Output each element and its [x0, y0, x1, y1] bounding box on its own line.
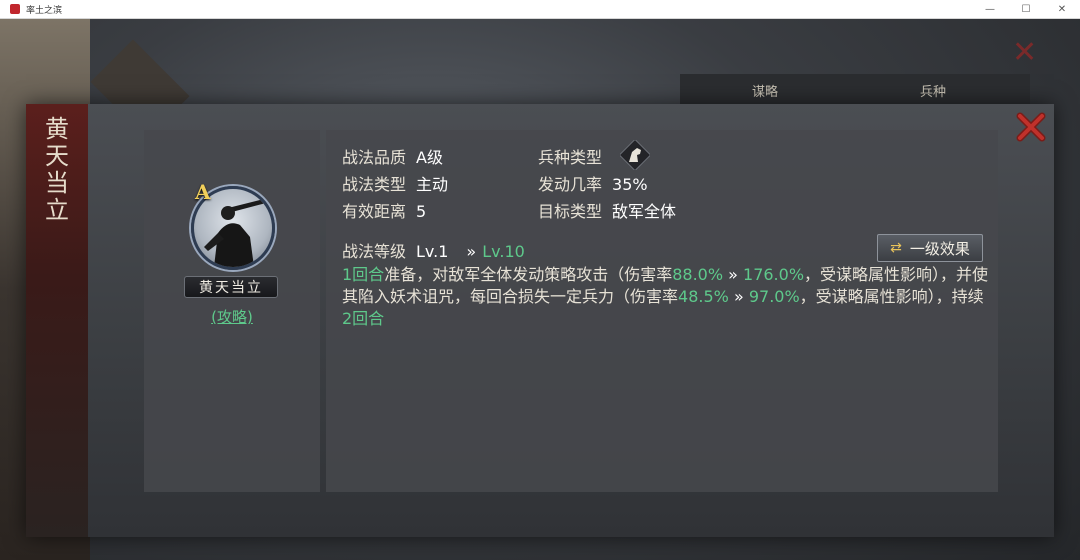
desc-prep-rounds: 1回合 — [342, 265, 385, 284]
grade-badge: A — [195, 180, 211, 204]
guide-link[interactable]: (攻略) — [144, 306, 320, 327]
window-controls: — ☐ ✕ — [972, 0, 1080, 18]
desc-arrow: » — [728, 265, 738, 284]
trigger-rate-label: 发动几率 — [538, 175, 603, 194]
skill-type-row: 战法类型 主动 — [342, 171, 448, 195]
skill-name-plate: 黄天当立 — [184, 276, 278, 298]
title-strip: 黄 天 当 立 — [26, 104, 88, 537]
troop-type-row: 兵种类型 — [538, 144, 602, 168]
skill-type-label: 战法类型 — [342, 175, 407, 194]
skill-title-char: 当 — [45, 169, 69, 197]
skill-title: 黄 天 当 立 — [40, 116, 74, 224]
background-tab-troop: 兵种 — [920, 85, 947, 100]
desc-duration: 2回合 — [342, 309, 385, 328]
level-effect-toggle-button[interactable]: ⇄ 一级效果 — [877, 234, 983, 262]
desc-arrow: » — [733, 287, 744, 306]
maximize-icon[interactable]: ☐ — [1008, 0, 1044, 18]
app-icon — [10, 4, 20, 14]
level-arrow: » — [466, 242, 477, 261]
quality-row: 战法品质 A级 — [342, 144, 443, 168]
target-label: 目标类型 — [538, 202, 603, 221]
skill-detail-dialog: 黄 天 当 立 A 黄天当立 (攻略) 战法品质 A级 兵种类型 战法类型 主动… — [26, 104, 1054, 537]
horse-icon — [618, 138, 652, 172]
background-close-icon: ✕ — [1012, 35, 1038, 70]
skill-level-row: 战法等级 Lv.1 » Lv.10 — [342, 238, 525, 262]
skill-icon-panel: A 黄天当立 (攻略) — [144, 130, 320, 492]
window-close-icon[interactable]: ✕ — [1044, 0, 1080, 18]
quality-label: 战法品质 — [342, 148, 407, 167]
skill-title-char: 立 — [45, 196, 69, 224]
background-tab-strategy: 谋略 — [752, 85, 779, 100]
troop-type-label: 兵种类型 — [538, 148, 603, 167]
trigger-rate-row: 发动几率 35% — [538, 171, 648, 195]
effect-button-label: 一级效果 — [909, 239, 970, 258]
minimize-icon[interactable]: — — [972, 0, 1008, 18]
swap-icon: ⇄ — [890, 240, 902, 256]
target-row: 目标类型 敌军全体 — [538, 198, 676, 222]
window-title: 率土之滨 — [26, 5, 63, 16]
game-viewport: 谋略 兵种 ✕ 黄 天 当 立 A 黄天当立 (攻略) 战法品质 A级 兵种类型… — [0, 19, 1080, 560]
range-label: 有效距离 — [342, 202, 407, 221]
desc-text: 准备，对敌军全体发动策略攻击（伤害率 — [384, 265, 673, 284]
skill-title-char: 天 — [45, 142, 69, 170]
desc-dot-min: 48.5% — [678, 287, 729, 306]
level-current: Lv.1 — [416, 242, 449, 261]
quality-value: A级 — [416, 148, 443, 167]
skill-description: 1回合准备，对敌军全体发动策略攻击（伤害率88.0% » 176.0% ，受谋略属… — [342, 264, 992, 330]
skill-type-value: 主动 — [416, 175, 449, 194]
level-label: 战法等级 — [342, 242, 407, 261]
window-titlebar: 率土之滨 — ☐ ✕ — [0, 0, 1080, 19]
range-value: 5 — [416, 202, 427, 221]
close-icon — [1016, 112, 1046, 142]
desc-damage-max: 176.0% — [743, 265, 805, 284]
close-button[interactable] — [1014, 110, 1048, 144]
trigger-rate-value: 35% — [612, 175, 648, 194]
target-value: 敌军全体 — [612, 202, 677, 221]
range-row: 有效距离 5 — [342, 198, 426, 222]
skill-title-char: 黄 — [45, 115, 69, 143]
skill-info-panel: 战法品质 A级 兵种类型 战法类型 主动 发动几率 35% 有效距离 5 目标类… — [326, 130, 998, 492]
level-max: Lv.10 — [482, 242, 525, 261]
desc-dot-max: 97.0% — [748, 287, 800, 306]
desc-damage-min: 88.0% — [672, 265, 724, 284]
desc-text: ，受谋略属性影响），持续 — [799, 287, 984, 306]
